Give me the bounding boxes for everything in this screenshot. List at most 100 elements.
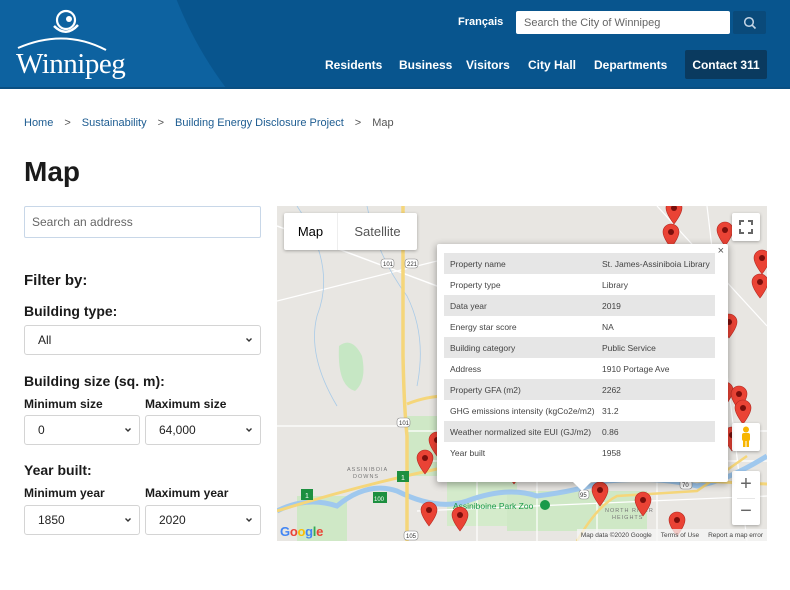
breadcrumb-separator: > — [64, 117, 71, 129]
min-size-value: 0 — [38, 423, 45, 437]
street-view-pegman[interactable] — [732, 423, 760, 451]
zoom-out-button[interactable]: − — [732, 499, 760, 526]
map-marker-icon[interactable] — [751, 273, 767, 299]
chevron-down-icon — [125, 428, 131, 432]
property-detail-key: Property name — [444, 253, 596, 274]
building-type-value: All — [38, 333, 52, 347]
property-detail-value: 2262 — [596, 379, 715, 400]
property-detail-row: Energy star score NA — [444, 316, 715, 337]
map-marker-icon[interactable] — [634, 491, 652, 517]
map-marker-icon[interactable] — [734, 399, 752, 425]
site-header: Winnipeg Français Residents Business Vis… — [0, 0, 790, 89]
property-detail-key: Year built — [450, 447, 486, 458]
max-year-select[interactable]: 2020 — [145, 505, 261, 535]
map-type-map-button[interactable]: Map — [284, 213, 338, 250]
close-icon[interactable]: × — [718, 245, 724, 257]
max-size-value: 64,000 — [159, 423, 196, 437]
property-detail-key: Property GFA (m2) — [444, 379, 596, 400]
min-size-select[interactable]: 0 — [24, 415, 140, 445]
address-search-input[interactable] — [24, 206, 261, 238]
breadcrumb-sustainability[interactable]: Sustainability — [82, 117, 147, 129]
property-detail-row: Property GFA (m2) 2262 — [444, 379, 715, 400]
chevron-down-icon — [246, 518, 252, 522]
property-detail-key: Address — [450, 363, 482, 374]
map-marker-icon[interactable] — [716, 221, 734, 247]
map-marker-icon[interactable] — [451, 506, 469, 532]
property-detail-key: Data year — [444, 295, 596, 316]
nav-departments[interactable]: Departments — [594, 58, 667, 72]
property-detail-row: Year built 1958 — [444, 442, 715, 463]
terms-of-use-link[interactable]: Terms of Use — [661, 532, 699, 539]
property-detail-row: GHG emissions intensity (kgCo2e/m2) 31.2 — [444, 400, 715, 421]
search-icon — [743, 16, 756, 29]
map-marker-icon[interactable] — [753, 249, 767, 275]
property-detail-key: Weather normalized site EUI (GJ/m2) — [444, 421, 596, 442]
property-details-table: Property name St. James-Assiniboia Librar… — [444, 253, 715, 463]
fullscreen-icon — [739, 220, 753, 234]
breadcrumb-home[interactable]: Home — [24, 117, 53, 129]
building-type-label: Building type: — [24, 303, 118, 319]
pegman-icon — [742, 426, 750, 447]
property-detail-value: 31.2 — [602, 405, 619, 416]
max-year-label: Maximum year — [145, 486, 229, 500]
logo-text: Winnipeg — [16, 48, 126, 80]
property-detail-value: St. James-Assiniboia Library — [596, 253, 715, 274]
map-marker-icon[interactable] — [416, 449, 434, 475]
max-size-select[interactable]: 64,000 — [145, 415, 261, 445]
map-type-control: Map Satellite — [284, 213, 417, 250]
min-year-select[interactable]: 1850 — [24, 505, 140, 535]
zoom-control: + − — [732, 471, 760, 525]
logo-swirl-icon — [17, 9, 107, 51]
map-marker-icon[interactable] — [420, 501, 438, 527]
property-detail-key: Property type — [450, 279, 501, 290]
min-year-label: Minimum year — [24, 486, 105, 500]
contact-311-button[interactable]: Contact 311 — [685, 50, 767, 79]
property-detail-row: Property name St. James-Assiniboia Librar… — [444, 253, 715, 274]
nav-residents[interactable]: Residents — [325, 58, 382, 72]
language-toggle-link[interactable]: Français — [458, 16, 503, 28]
nav-city-hall[interactable]: City Hall — [528, 58, 576, 72]
property-detail-row: Property type Library — [444, 274, 715, 295]
property-detail-value: 1910 Portage Ave — [602, 363, 670, 374]
nav-business[interactable]: Business — [399, 58, 452, 72]
property-detail-key: GHG emissions intensity (kgCo2e/m2) — [450, 405, 595, 416]
filter-by-heading: Filter by: — [24, 272, 88, 289]
map-marker-icon[interactable] — [665, 206, 683, 225]
year-built-label: Year built: — [24, 462, 92, 478]
map-info-window: × Property name St. James-Assiniboia Libr… — [437, 244, 728, 491]
property-detail-row: Address 1910 Portage Ave — [444, 358, 715, 379]
chevron-down-icon — [125, 518, 131, 522]
property-detail-value: 1958 — [602, 447, 621, 458]
map-marker-icon[interactable] — [591, 481, 609, 507]
property-detail-value: NA — [602, 321, 614, 332]
property-detail-row: Building category Public Service — [444, 337, 715, 358]
property-detail-value: Public Service — [596, 337, 715, 358]
breadcrumb-separator: > — [157, 117, 165, 129]
breadcrumb: Home > Sustainability > Building Energy … — [24, 117, 394, 129]
building-size-label: Building size (sq. m): — [24, 373, 165, 389]
chevron-down-icon — [246, 338, 252, 342]
map-data-text: Map data ©2020 Google — [580, 531, 652, 539]
site-search-input[interactable] — [516, 11, 730, 34]
property-detail-row: Weather normalized site EUI (GJ/m2) 0.86 — [444, 421, 715, 442]
google-logo[interactable]: Google — [280, 524, 323, 539]
site-search-button[interactable] — [733, 11, 766, 34]
page-title: Map — [24, 156, 80, 187]
zoom-in-button[interactable]: + — [732, 471, 760, 498]
report-map-error-link[interactable]: Report a map error — [708, 532, 763, 539]
header-divider — [0, 87, 790, 89]
breadcrumb-building-energy[interactable]: Building Energy Disclosure Project — [175, 117, 344, 129]
map-attribution: Map data ©2020 Google Terms of Use Repor… — [576, 529, 767, 541]
property-detail-key: Building category — [444, 337, 596, 358]
property-detail-key: Energy star score — [450, 321, 517, 332]
chevron-down-icon — [246, 428, 252, 432]
fullscreen-button[interactable] — [732, 213, 760, 241]
building-type-select[interactable]: All — [24, 325, 261, 355]
property-detail-value: Library — [602, 279, 628, 290]
max-size-label: Maximum size — [145, 397, 227, 411]
winnipeg-logo[interactable]: Winnipeg — [14, 8, 126, 80]
nav-visitors[interactable]: Visitors — [466, 58, 510, 72]
map-type-satellite-button[interactable]: Satellite — [338, 213, 417, 250]
min-year-value: 1850 — [38, 513, 65, 527]
min-size-label: Minimum size — [24, 397, 103, 411]
